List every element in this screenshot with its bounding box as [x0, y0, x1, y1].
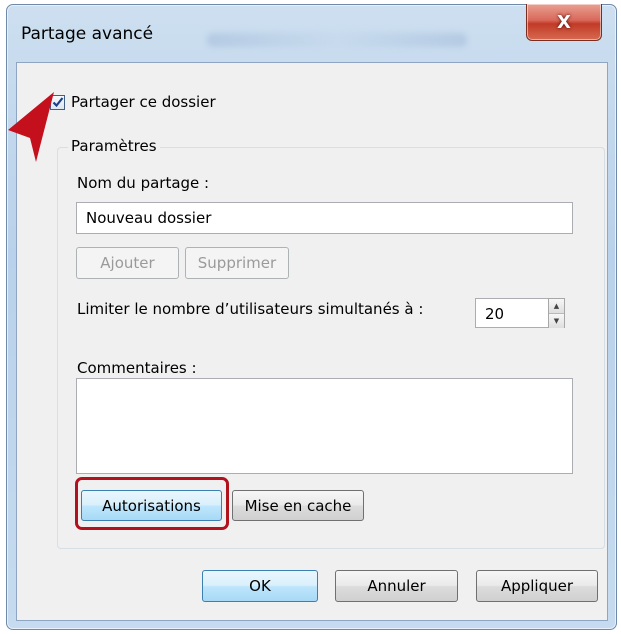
annotation-arrow-icon: [8, 92, 54, 162]
remove-button[interactable]: Supprimer: [185, 247, 289, 279]
apply-button[interactable]: Appliquer: [476, 570, 598, 602]
user-limit-label: Limiter le nombre d’utilisateurs simulta…: [77, 300, 424, 318]
caching-button[interactable]: Mise en cache: [232, 490, 364, 521]
comments-label: Commentaires :: [77, 359, 197, 377]
user-limit-spinner[interactable]: ▲ ▼: [548, 298, 565, 328]
share-folder-label: Partager ce dossier: [71, 93, 216, 111]
triangle-up-icon: ▲: [553, 302, 560, 310]
share-name-label: Nom du partage :: [77, 174, 210, 192]
share-folder-row[interactable]: Partager ce dossier: [50, 93, 216, 111]
share-name-input[interactable]: Nouveau dossier: [76, 202, 573, 234]
close-icon: X: [557, 11, 571, 33]
settings-group-label: Paramètres: [68, 137, 160, 155]
permissions-button-label: Autorisations: [102, 496, 201, 515]
dialog-body: Partager ce dossier Paramètres Nom du pa…: [16, 62, 608, 621]
dialog-window: Partage avancé X Partager ce dossier Par…: [6, 4, 617, 630]
comments-textarea[interactable]: [76, 378, 573, 474]
remove-button-label: Supprimer: [197, 254, 277, 272]
cancel-button-label: Annuler: [367, 577, 426, 595]
spin-up-button[interactable]: ▲: [549, 299, 564, 314]
share-name-value: Nouveau dossier: [86, 209, 212, 227]
triangle-down-icon: ▼: [553, 317, 560, 325]
ok-button[interactable]: OK: [202, 570, 318, 602]
spin-down-button[interactable]: ▼: [549, 314, 564, 328]
title-bar[interactable]: Partage avancé X: [7, 4, 616, 63]
add-button[interactable]: Ajouter: [76, 247, 179, 279]
add-button-label: Ajouter: [100, 254, 155, 272]
window-title: Partage avancé: [21, 24, 154, 44]
blurred-background: [207, 33, 467, 47]
permissions-button[interactable]: Autorisations: [81, 490, 222, 521]
cancel-button[interactable]: Annuler: [335, 570, 458, 602]
apply-button-label: Appliquer: [500, 577, 574, 595]
caching-button-label: Mise en cache: [244, 496, 352, 515]
user-limit-input[interactable]: 20: [475, 298, 549, 328]
ok-button-label: OK: [249, 577, 271, 595]
close-button[interactable]: X: [526, 4, 602, 41]
user-limit-value: 20: [485, 305, 505, 323]
